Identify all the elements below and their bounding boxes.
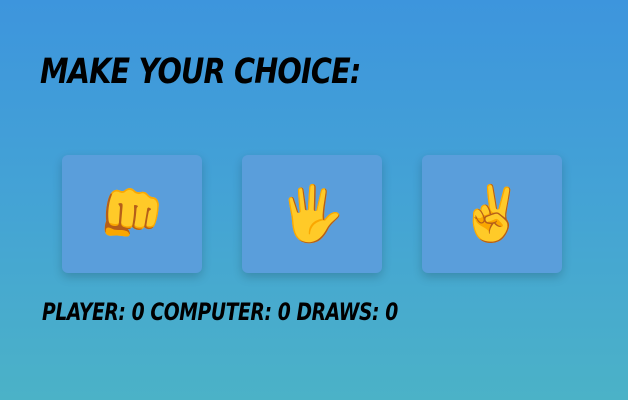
draws-score-label: Draws: <box>296 298 380 326</box>
victory-hand-icon: ✌️ <box>458 182 526 245</box>
paper-button[interactable]: 🖐️ <box>242 155 382 273</box>
player-score-value: 0 <box>131 298 145 326</box>
player-score-label: Player: <box>42 298 126 326</box>
draws-score-value: 0 <box>385 298 398 326</box>
rock-button[interactable]: 👊 <box>62 155 202 273</box>
fist-icon: 👊 <box>98 182 166 245</box>
raised-hand-icon: 🖐️ <box>278 182 346 245</box>
computer-score-label: Computer: <box>150 298 272 326</box>
scissors-button[interactable]: ✌️ <box>422 155 562 273</box>
scoreboard: Player: 0 Computer: 0 Draws: 0 <box>42 296 398 328</box>
page-title: Make your choice: <box>40 52 361 92</box>
computer-score-value: 0 <box>277 298 291 326</box>
